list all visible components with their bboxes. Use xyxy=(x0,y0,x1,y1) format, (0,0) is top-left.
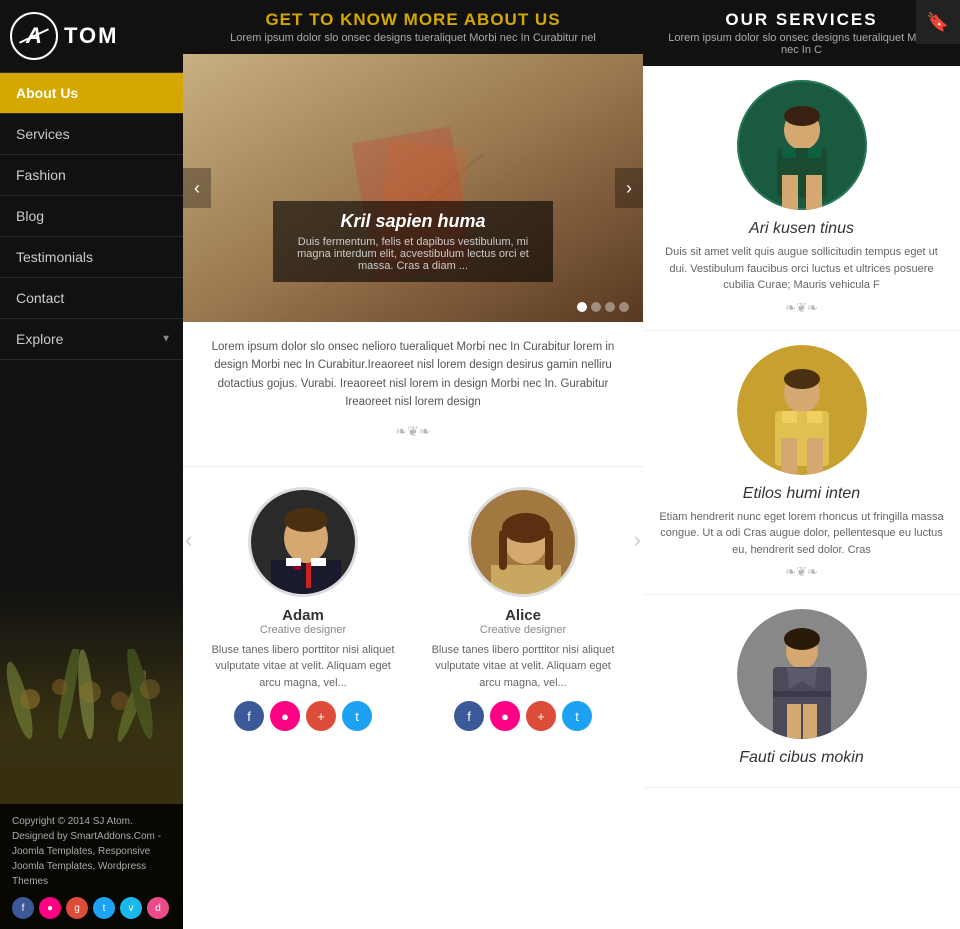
sidebar-item-services[interactable]: Services xyxy=(0,114,183,155)
service-item-1: Ari kusen tinus Duis sit amet velit quis… xyxy=(643,66,960,331)
hero-slider: ‹ › Kril sapien huma Duis fermentum, fel… xyxy=(183,54,643,322)
service-1-desc: Duis sit amet velit quis augue sollicitu… xyxy=(659,244,944,294)
slider-caption-text: Duis fermentum, felis et dapibus vestibu… xyxy=(293,236,533,272)
member-adam-role: Creative designer xyxy=(207,624,399,636)
slider-dot-3[interactable] xyxy=(605,302,615,312)
nav-menu: About Us Services Fashion Blog Testimoni… xyxy=(0,73,183,360)
service-item-2: Etilos humi inten Etiam hendrerit nunc e… xyxy=(643,331,960,596)
copyright-text: Copyright © 2014 SJ Atom. Designed by Sm… xyxy=(12,816,161,887)
service-2-avatar xyxy=(737,345,867,475)
adam-facebook-button[interactable]: f xyxy=(234,701,264,731)
slider-dot-1[interactable] xyxy=(577,302,587,312)
service-2-ornament: ❧❦❧ xyxy=(659,564,944,580)
slider-caption: Kril sapien huma Duis fermentum, felis e… xyxy=(273,201,553,282)
team-next-button[interactable]: › xyxy=(634,527,641,553)
alice-facebook-button[interactable]: f xyxy=(454,701,484,731)
service-3-title: Fauti cibus mokin xyxy=(659,749,944,767)
copyright-social-icons: f ● g t v d xyxy=(12,897,171,919)
member-alice-role: Creative designer xyxy=(427,624,619,636)
service-item-3: Fauti cibus mokin xyxy=(643,595,960,788)
member-alice-avatar xyxy=(468,487,578,597)
copyright-google-icon[interactable]: g xyxy=(66,897,88,919)
service-1-avatar xyxy=(737,80,867,210)
about-text-block: Lorem ipsum dolor slo onsec nelioro tuer… xyxy=(183,322,643,467)
alice-flickr-button[interactable]: ● xyxy=(490,701,520,731)
sidebar-item-testimonials[interactable]: Testimonials xyxy=(0,237,183,278)
slider-prev-button[interactable]: ‹ xyxy=(183,168,211,208)
adam-google-button[interactable]: + xyxy=(306,701,336,731)
service-2-desc: Etiam hendrerit nunc eget lorem rhoncus … xyxy=(659,509,944,559)
logo-icon: A xyxy=(10,12,58,60)
member-adam-avatar xyxy=(248,487,358,597)
sidebar-item-fashion[interactable]: Fashion xyxy=(0,155,183,196)
slider-dot-2[interactable] xyxy=(591,302,601,312)
slider-dots xyxy=(577,302,629,312)
copyright-vimeo-icon[interactable]: v xyxy=(120,897,142,919)
team-prev-button[interactable]: ‹ xyxy=(185,527,192,553)
sidebar-item-about[interactable]: About Us xyxy=(0,73,183,114)
alice-twitter-button[interactable]: t xyxy=(562,701,592,731)
service-2-image xyxy=(737,345,867,475)
team-section: ‹ › xyxy=(183,467,643,758)
member-adam-photo xyxy=(251,490,358,597)
main-header-subtitle: Lorem ipsum dolor slo onsec designs tuer… xyxy=(199,32,627,44)
logo-text: TOM xyxy=(64,23,118,49)
sidebar-item-blog[interactable]: Blog xyxy=(0,196,183,237)
member-alice-bio: Bluse tanes libero porttitor nisi alique… xyxy=(427,642,619,692)
team-member-adam: Adam Creative designer Bluse tanes liber… xyxy=(193,477,413,742)
right-panel: OUR SERVICES Lorem ipsum dolor slo onsec… xyxy=(643,0,960,929)
alice-google-button[interactable]: + xyxy=(526,701,556,731)
team-member-alice: Alice Creative designer Bluse tanes libe… xyxy=(413,477,633,742)
main-header: GET TO KNOW MORE ABOUT US Lorem ipsum do… xyxy=(183,0,643,54)
service-1-ornament: ❧❦❧ xyxy=(659,300,944,316)
adam-twitter-button[interactable]: t xyxy=(342,701,372,731)
sidebar-item-explore[interactable]: Explore xyxy=(0,319,183,360)
bookmark-icon: 🔖 xyxy=(927,12,949,33)
divider-ornament: ❧❦❧ xyxy=(203,420,623,442)
right-header-subtitle: Lorem ipsum dolor slo onsec designs tuer… xyxy=(659,32,944,56)
adam-flickr-button[interactable]: ● xyxy=(270,701,300,731)
service-1-title: Ari kusen tinus xyxy=(659,220,944,238)
logo-letter: A xyxy=(26,23,42,49)
member-alice-socials: f ● + t xyxy=(427,701,619,731)
service-3-image xyxy=(737,609,867,739)
copyright-twitter-icon[interactable]: t xyxy=(93,897,115,919)
right-header-title: OUR SERVICES xyxy=(659,10,944,30)
slider-dot-4[interactable] xyxy=(619,302,629,312)
about-text: Lorem ipsum dolor slo onsec nelioro tuer… xyxy=(203,338,623,412)
member-adam-socials: f ● + t xyxy=(207,701,399,731)
right-header: OUR SERVICES Lorem ipsum dolor slo onsec… xyxy=(643,0,960,66)
copyright-facebook-icon[interactable]: f xyxy=(12,897,34,919)
main-header-title: GET TO KNOW MORE ABOUT US xyxy=(199,10,627,30)
right-header-icon[interactable]: 🔖 xyxy=(916,0,960,44)
service-1-image xyxy=(737,80,867,210)
main-content: GET TO KNOW MORE ABOUT US Lorem ipsum do… xyxy=(183,0,643,929)
member-alice-name: Alice xyxy=(427,607,619,624)
copyright-dribbble-icon[interactable]: d xyxy=(147,897,169,919)
slider-next-button[interactable]: › xyxy=(615,168,643,208)
service-2-title: Etilos humi inten xyxy=(659,485,944,503)
sidebar-item-contact[interactable]: Contact xyxy=(0,278,183,319)
member-adam-name: Adam xyxy=(207,607,399,624)
team-row: Adam Creative designer Bluse tanes liber… xyxy=(193,477,633,742)
slider-caption-title: Kril sapien huma xyxy=(293,211,533,232)
copyright-flickr-icon[interactable]: ● xyxy=(39,897,61,919)
logo: A TOM xyxy=(0,0,183,73)
service-3-avatar xyxy=(737,609,867,739)
member-adam-bio: Bluse tanes libero porttitor nisi alique… xyxy=(207,642,399,692)
copyright-box: Copyright © 2014 SJ Atom. Designed by Sm… xyxy=(0,804,183,929)
sidebar: A TOM About Us Services Fashion Blog Tes… xyxy=(0,0,183,929)
member-alice-photo xyxy=(471,490,578,597)
